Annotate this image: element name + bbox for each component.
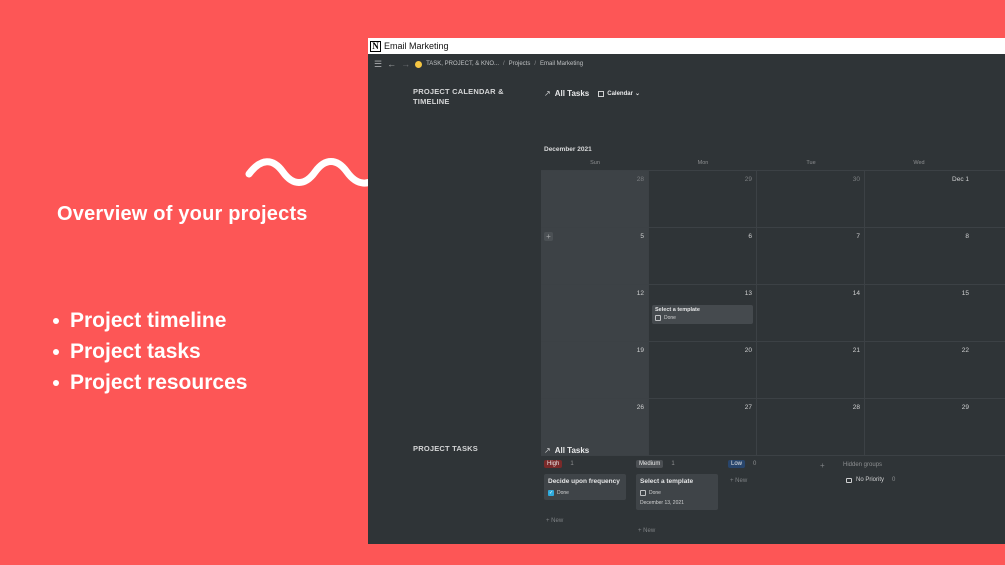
calendar-day[interactable]: 30 (757, 171, 865, 227)
tasks-section-title: PROJECT TASKS (413, 444, 478, 453)
calendar-day[interactable]: 22 (865, 342, 1005, 398)
notion-logo-icon: N (370, 40, 381, 52)
hidden-group-no-priority[interactable]: No Priority 0 (846, 477, 916, 483)
calendar-week: 12 13 Select a template Done 14 15 (541, 285, 1005, 342)
emoji-icon (415, 60, 423, 68)
calendar-day[interactable]: 12 (541, 285, 649, 341)
calendar-day[interactable]: 15 (865, 285, 1005, 341)
back-arrow-icon[interactable]: ← (387, 59, 396, 69)
calendar-event-card[interactable]: Select a template Done (652, 305, 753, 324)
task-card[interactable]: Decide upon frequency ✓ Done (544, 474, 626, 500)
feature-list: Project timeline Project tasks Project r… (53, 305, 247, 398)
calendar-week: 28 29 30 Dec 1 (541, 171, 1005, 228)
bullet-dot (53, 317, 59, 324)
priority-tag[interactable]: High (544, 460, 563, 468)
promo-headline: Overview of your projects (57, 203, 308, 225)
day-header: Mon (697, 160, 709, 166)
hidden-groups-label: Hidden groups (843, 462, 883, 468)
calendar-week: 26 27 28 29 (541, 399, 1005, 456)
breadcrumb-item[interactable]: Email Marketing (540, 61, 583, 67)
calendar-week: +5 6 7 8 (541, 228, 1005, 285)
bullet-dot (53, 379, 59, 386)
add-group-icon[interactable]: + (820, 461, 825, 470)
feature-item: Project tasks (53, 336, 247, 367)
checkbox[interactable] (655, 315, 661, 321)
calendar-day[interactable]: +5 (541, 228, 649, 284)
forward-arrow-icon[interactable]: → (401, 59, 410, 69)
checkbox[interactable] (640, 490, 646, 496)
calendar-day[interactable]: 6 (649, 228, 757, 284)
calendar-day[interactable]: 29 (649, 171, 757, 227)
priority-tag[interactable]: Medium (636, 460, 664, 468)
priority-tag[interactable]: Low (728, 460, 746, 468)
calendar-day[interactable]: 27 (649, 399, 757, 455)
calendar-day[interactable]: 29 (865, 399, 1005, 455)
calendar-day[interactable]: 14 (757, 285, 865, 341)
feature-item: Project resources (53, 367, 247, 398)
view-name[interactable]: All Tasks (555, 446, 590, 455)
window-title: Email Marketing (384, 41, 449, 51)
month-label: December 2021 (544, 146, 592, 153)
calendar-day[interactable]: 19 (541, 342, 649, 398)
calendar-day[interactable]: 7 (757, 228, 865, 284)
menu-icon[interactable]: ☰ (374, 59, 382, 70)
calendar-day[interactable]: 21 (757, 342, 865, 398)
app-window: N Email Marketing ☰ ← → TASK, PROJECT, &… (368, 38, 1005, 544)
feature-item: Project timeline (53, 305, 247, 336)
chevron-down-icon: ⌄ (634, 91, 640, 97)
link-arrow-icon: ↗ (544, 89, 551, 98)
bullet-dot (53, 348, 59, 355)
calendar-day[interactable]: 28 (541, 171, 649, 227)
calendar-day[interactable]: Dec 1 (865, 171, 1005, 227)
breadcrumb-item[interactable]: TASK, PROJECT, & KNO... (426, 61, 499, 67)
day-header: Wed (913, 160, 925, 166)
task-title: Decide upon frequency (548, 478, 620, 485)
group-count: 1 (671, 461, 675, 467)
group-count: 0 (753, 461, 757, 467)
view-switcher[interactable]: Calendar ⌄ (598, 90, 640, 97)
day-header: Sun (590, 160, 600, 166)
calendar-view-header: ↗ All Tasks Calendar ⌄ (544, 89, 640, 98)
task-card[interactable]: Select a template Done December 13, 2021 (636, 474, 718, 510)
event-title: Select a template (655, 307, 700, 313)
calendar-icon (598, 90, 605, 97)
title-bar: N Email Marketing (368, 38, 1005, 54)
calendar-section-title: PROJECT CALENDAR & TIMELINE (413, 87, 504, 106)
view-name[interactable]: All Tasks (555, 89, 590, 98)
task-date: December 13, 2021 (640, 500, 684, 506)
breadcrumb-item[interactable]: Projects (509, 61, 531, 67)
link-arrow-icon: ↗ (544, 446, 551, 455)
calendar-grid: 28 29 30 Dec 1 +5 6 7 8 12 13 Select a t… (541, 170, 1005, 456)
board-column-high: High 1 Decide upon frequency ✓ Done + New (544, 460, 626, 524)
breadcrumb: ☰ ← → TASK, PROJECT, & KNO... / Projects… (374, 58, 584, 70)
calendar-day[interactable]: 20 (649, 342, 757, 398)
group-count: 1 (570, 461, 574, 467)
new-task-button[interactable]: + New (638, 528, 655, 534)
add-event-icon[interactable]: + (544, 232, 553, 241)
calendar-day[interactable]: 8 (865, 228, 1005, 284)
checkbox-checked[interactable]: ✓ (548, 490, 554, 496)
eye-off-icon (846, 477, 852, 483)
new-task-button[interactable]: + New (730, 478, 770, 484)
tasks-view-header: ↗ All Tasks (544, 446, 589, 455)
day-header: Tue (806, 160, 816, 166)
calendar-day[interactable]: 13 Select a template Done (649, 285, 757, 341)
calendar-day[interactable]: 28 (757, 399, 865, 455)
board-column-low: Low 0 + New (728, 460, 757, 484)
new-task-button[interactable]: + New (546, 518, 563, 524)
board-column-medium: Medium 1 Select a template Done December… (636, 460, 718, 534)
task-title: Select a template (640, 478, 694, 485)
calendar-week: 19 20 21 22 (541, 342, 1005, 399)
